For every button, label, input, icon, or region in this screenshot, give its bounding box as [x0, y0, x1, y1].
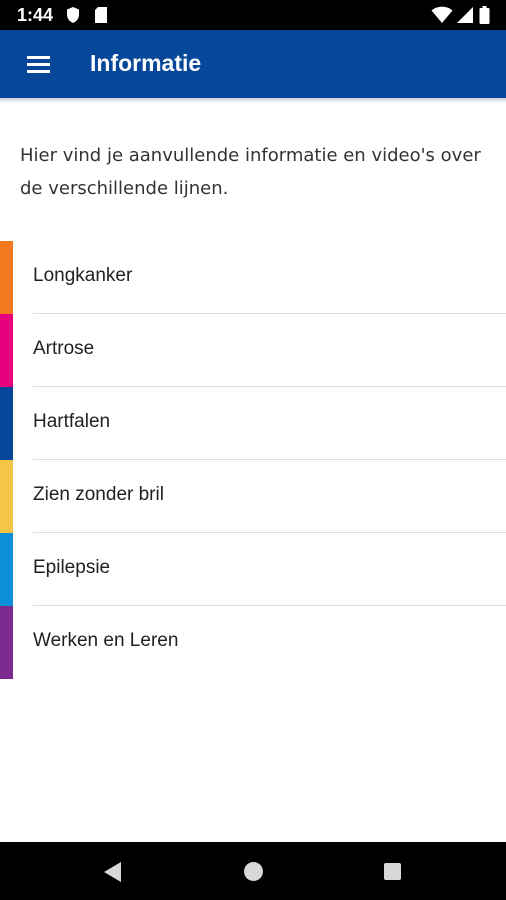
list-item-hartfalen[interactable]: Hartfalen — [0, 387, 506, 460]
list-item-epilepsie[interactable]: Epilepsie — [0, 533, 506, 606]
list-item-label: Werken en Leren — [33, 630, 179, 651]
list-item-werken-en-leren[interactable]: Werken en Leren — [0, 606, 506, 679]
home-icon[interactable] — [244, 862, 263, 881]
signal-icon — [457, 7, 473, 23]
back-icon[interactable] — [104, 862, 121, 882]
app-bar-shadow — [0, 98, 506, 103]
list-item-zien-zonder-bril[interactable]: Zien zonder bril — [0, 460, 506, 533]
status-time: 1:44 — [17, 5, 54, 25]
recents-icon[interactable] — [384, 863, 401, 880]
list-item-label: Epilepsie — [33, 557, 111, 578]
status-bar: 1:44 — [0, 0, 506, 30]
list-item-label: Artrose — [33, 338, 95, 359]
list-item-artrose[interactable]: Artrose — [0, 314, 506, 387]
color-strip — [0, 533, 13, 606]
color-strip — [0, 241, 13, 314]
list-item-label: Hartfalen — [33, 411, 111, 432]
color-strip — [0, 314, 13, 387]
menu-button[interactable] — [18, 46, 60, 82]
navigation-bar — [0, 842, 506, 900]
app-bar: Informatie — [0, 30, 506, 98]
color-strip — [0, 606, 13, 679]
intro-text: Hier vind je aanvullende informatie en v… — [20, 145, 481, 199]
sd-card-icon — [95, 7, 107, 23]
wifi-icon — [431, 6, 453, 24]
list-item-label: Zien zonder bril — [33, 484, 164, 505]
page-title: Informatie — [90, 50, 202, 76]
color-strip — [0, 460, 13, 533]
info-list: Longkanker Artrose Hartfalen Zien zonder… — [0, 241, 506, 679]
battery-icon — [479, 6, 490, 24]
shield-icon — [67, 7, 79, 23]
list-item-label: Longkanker — [33, 265, 133, 286]
color-strip — [0, 387, 13, 460]
list-item-longkanker[interactable]: Longkanker — [0, 241, 506, 314]
